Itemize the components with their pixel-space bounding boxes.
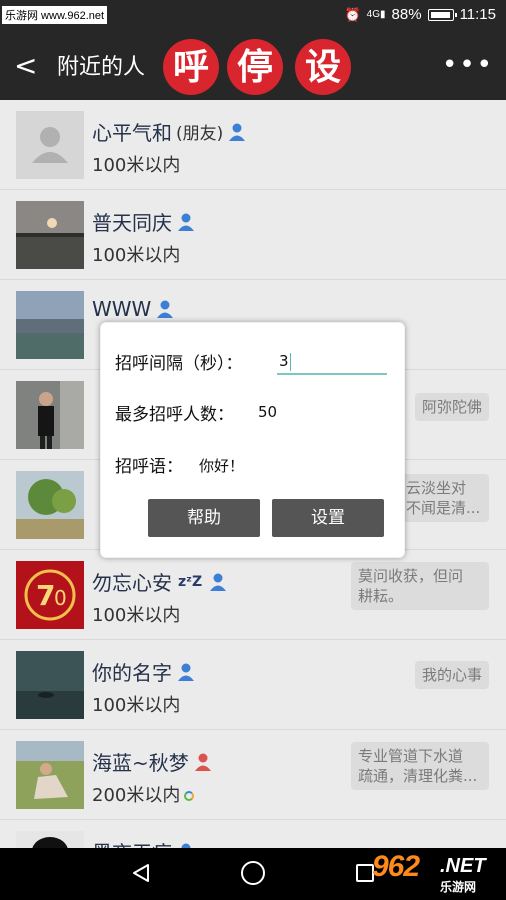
logo-number: 962	[372, 850, 420, 883]
female-icon	[194, 753, 211, 771]
male-icon	[229, 123, 246, 141]
friend-tag: (朋友)	[176, 124, 224, 144]
app-header: < 附近的人 呼 停 设 •••	[0, 34, 506, 100]
avatar	[16, 291, 84, 359]
nav-back-icon[interactable]	[130, 862, 152, 884]
person-name: 你的名字	[92, 661, 172, 685]
list-item[interactable]: 海蓝~秋梦 200米以内 专业管道下水道 疏通，清理化粪...	[0, 730, 506, 820]
location-icon	[184, 791, 195, 801]
network-type: 4G	[366, 9, 381, 20]
list-item[interactable]: 黑夜无痕	[0, 820, 506, 848]
distance: 100米以内	[92, 695, 181, 716]
person-name: 心平气和	[92, 121, 172, 145]
interval-input[interactable]: 3	[277, 349, 387, 375]
help-button[interactable]: 帮助	[148, 499, 260, 537]
battery-icon	[427, 8, 457, 21]
site-logo: 962 .NET 乐游网	[368, 850, 498, 896]
status-icons: ⏰ 4G▮ 88% 11:15	[344, 6, 496, 23]
list-item[interactable]: 心平气和 (朋友) 100米以内	[0, 100, 506, 190]
max-count-label: 最多招呼人数：	[115, 405, 234, 425]
text-cursor	[289, 352, 292, 371]
distance: 200米以内	[92, 781, 195, 807]
status-bar: 乐游网 www.962.net ⏰ 4G▮ 88% 11:15	[0, 0, 506, 34]
male-icon	[178, 213, 194, 231]
battery-percent: 88%	[391, 6, 422, 23]
list-item[interactable]: 普天同庆 100米以内	[0, 190, 506, 280]
watermark: 乐游网 www.962.net	[2, 6, 108, 24]
signature: 莫问收获，但问 耕耘。	[351, 562, 489, 610]
list-item[interactable]: 7 0 勿忘心安 zᶻZ 100米以内 莫问收获，但问 耕耘。	[0, 550, 506, 640]
logo-text: 乐游网	[440, 880, 477, 894]
person-name: 普天同庆	[92, 211, 172, 235]
set-button[interactable]: 设置	[272, 499, 384, 537]
svg-text:7: 7	[36, 579, 55, 612]
greet-button[interactable]: 呼	[163, 39, 219, 95]
avatar	[16, 201, 84, 269]
avatar	[16, 111, 84, 179]
page-title: 附近的人	[57, 55, 146, 80]
interval-label: 招呼间隔（秒）：	[115, 354, 243, 374]
greeting-settings-dialog: 招呼间隔（秒）： 3 最多招呼人数： 50 招呼语： 你好！ 帮助 设置	[100, 322, 405, 558]
more-options-icon[interactable]: •••	[442, 52, 494, 78]
stop-button[interactable]: 停	[227, 39, 283, 95]
person-name: 海蓝~秋梦	[92, 751, 189, 775]
signature: 专业管道下水道 疏通，清理化粪...	[351, 742, 489, 790]
logo-suffix: .NET	[440, 855, 486, 877]
avatar	[16, 831, 84, 848]
male-icon	[210, 573, 227, 591]
avatar	[16, 741, 84, 809]
svg-text:0: 0	[54, 586, 67, 610]
male-icon	[178, 663, 194, 681]
avatar: 7 0	[16, 561, 84, 629]
distance: 100米以内	[92, 155, 181, 176]
back-chevron-icon[interactable]: <	[14, 50, 37, 82]
male-icon	[157, 300, 174, 318]
signature: 阿弥陀佛	[414, 393, 489, 421]
person-name: 勿忘心安	[92, 571, 172, 595]
signature: 云淡坐对 不闻是清...	[399, 474, 489, 522]
signature: 我的心事	[414, 661, 489, 689]
avatar	[16, 471, 84, 539]
greeting-value[interactable]: 你好！	[199, 455, 244, 476]
signal-icon: 4G▮	[366, 9, 386, 20]
avatar	[16, 381, 84, 449]
sleep-icon: zᶻZ	[178, 573, 203, 590]
avatar	[16, 651, 84, 719]
list-item[interactable]: 你的名字 100米以内 我的心事	[0, 640, 506, 730]
distance: 100米以内	[92, 245, 181, 266]
distance-text: 200米以内	[92, 785, 181, 806]
interval-value: 3	[279, 352, 289, 370]
max-count-value[interactable]: 50	[258, 403, 277, 421]
clock: 11:15	[459, 6, 496, 23]
alarm-icon: ⏰	[344, 6, 361, 22]
settings-button[interactable]: 设	[295, 39, 351, 95]
person-name: 黑夜无痕	[92, 837, 172, 848]
person-name: WWW	[92, 297, 152, 321]
distance: 100米以内	[92, 605, 181, 626]
system-nav-bar: 962 .NET 乐游网	[0, 848, 506, 900]
nav-home-icon[interactable]	[241, 861, 265, 885]
greeting-label: 招呼语：	[115, 457, 183, 477]
